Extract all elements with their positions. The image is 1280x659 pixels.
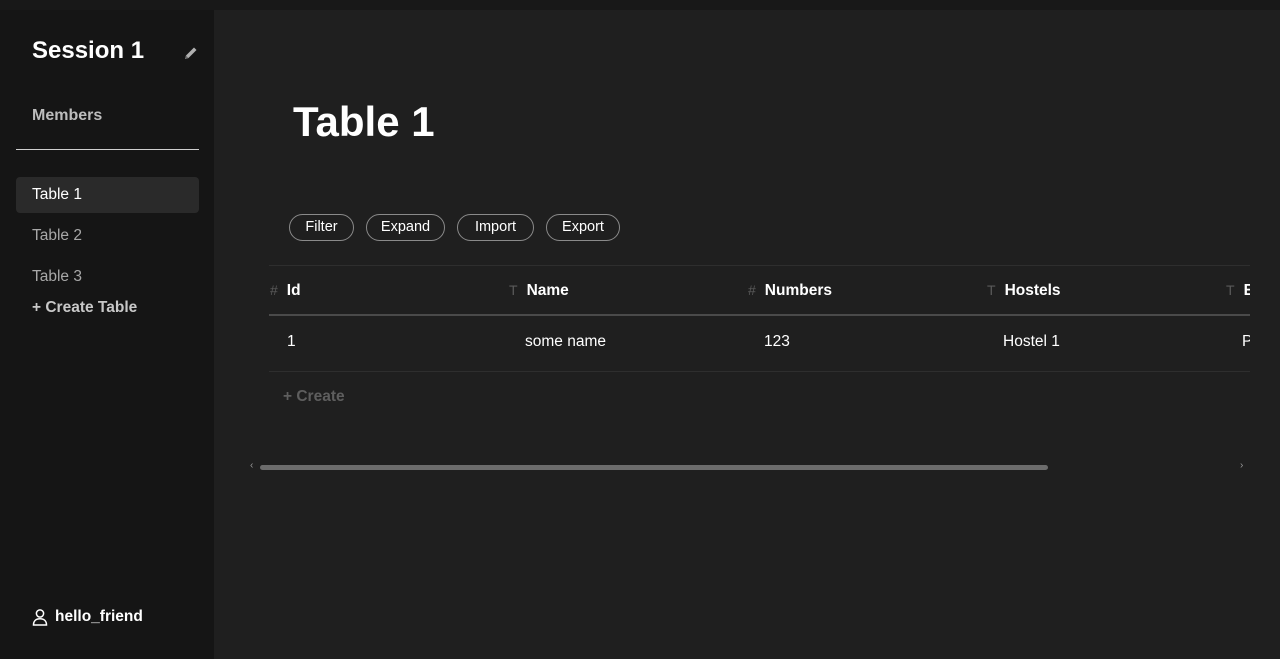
number-type-icon: # (748, 282, 756, 298)
row-divider (269, 371, 1250, 372)
sidebar-divider (16, 149, 199, 150)
number-type-icon: # (270, 282, 278, 298)
sidebar-item-table-1[interactable]: Table 1 (16, 177, 199, 213)
text-type-icon: T (987, 282, 996, 298)
import-button[interactable]: Import (457, 214, 534, 241)
column-header-id[interactable]: # Id (270, 265, 301, 314)
table-cell[interactable]: P (1242, 316, 1250, 371)
data-table: # Id T Name # Numbers T Hostels TE 1 some na… (269, 265, 1250, 373)
table-cell[interactable]: some name (525, 316, 606, 371)
filter-button[interactable]: Filter (289, 214, 354, 241)
table-cell[interactable]: 123 (764, 316, 790, 371)
scroll-right-arrow-icon[interactable]: › (1240, 460, 1243, 471)
horizontal-scrollbar[interactable] (260, 465, 1048, 470)
column-header-label: Numbers (764, 282, 832, 299)
top-bar (0, 0, 1280, 10)
column-header-name[interactable]: T Name (509, 265, 569, 314)
scroll-left-arrow-icon[interactable]: ‹ (250, 460, 253, 471)
column-header-hostels[interactable]: T Hostels (987, 265, 1061, 314)
create-row-button[interactable]: + Create (283, 388, 345, 406)
user-profile[interactable]: hello_friend (32, 607, 143, 627)
column-header-e[interactable]: TE (1226, 265, 1250, 314)
expand-button[interactable]: Expand (366, 214, 445, 241)
session-title: Session 1 (32, 37, 145, 64)
export-button[interactable]: Export (546, 214, 620, 241)
sidebar-item-table-2[interactable]: Table 2 (16, 218, 199, 254)
column-header-label: Hostels (1004, 282, 1061, 299)
text-type-icon: T (509, 282, 518, 298)
table-cell[interactable]: 1 (287, 316, 296, 371)
pencil-icon[interactable] (183, 45, 199, 61)
create-table-button[interactable]: + Create Table (32, 299, 137, 317)
members-link[interactable]: Members (32, 107, 102, 125)
column-header-label: Name (526, 282, 569, 299)
column-header-label: E (1243, 282, 1250, 299)
text-type-icon: T (1226, 282, 1235, 298)
column-header-label: Id (286, 282, 301, 299)
column-header-numbers[interactable]: # Numbers (748, 265, 832, 314)
sidebar-item-table-3[interactable]: Table 3 (16, 259, 199, 295)
header-divider (269, 314, 1250, 316)
user-icon (32, 609, 48, 626)
table-cell[interactable]: Hostel 1 (1003, 316, 1060, 371)
page-title: Table 1 (293, 98, 435, 145)
user-name: hello_friend (55, 608, 143, 625)
